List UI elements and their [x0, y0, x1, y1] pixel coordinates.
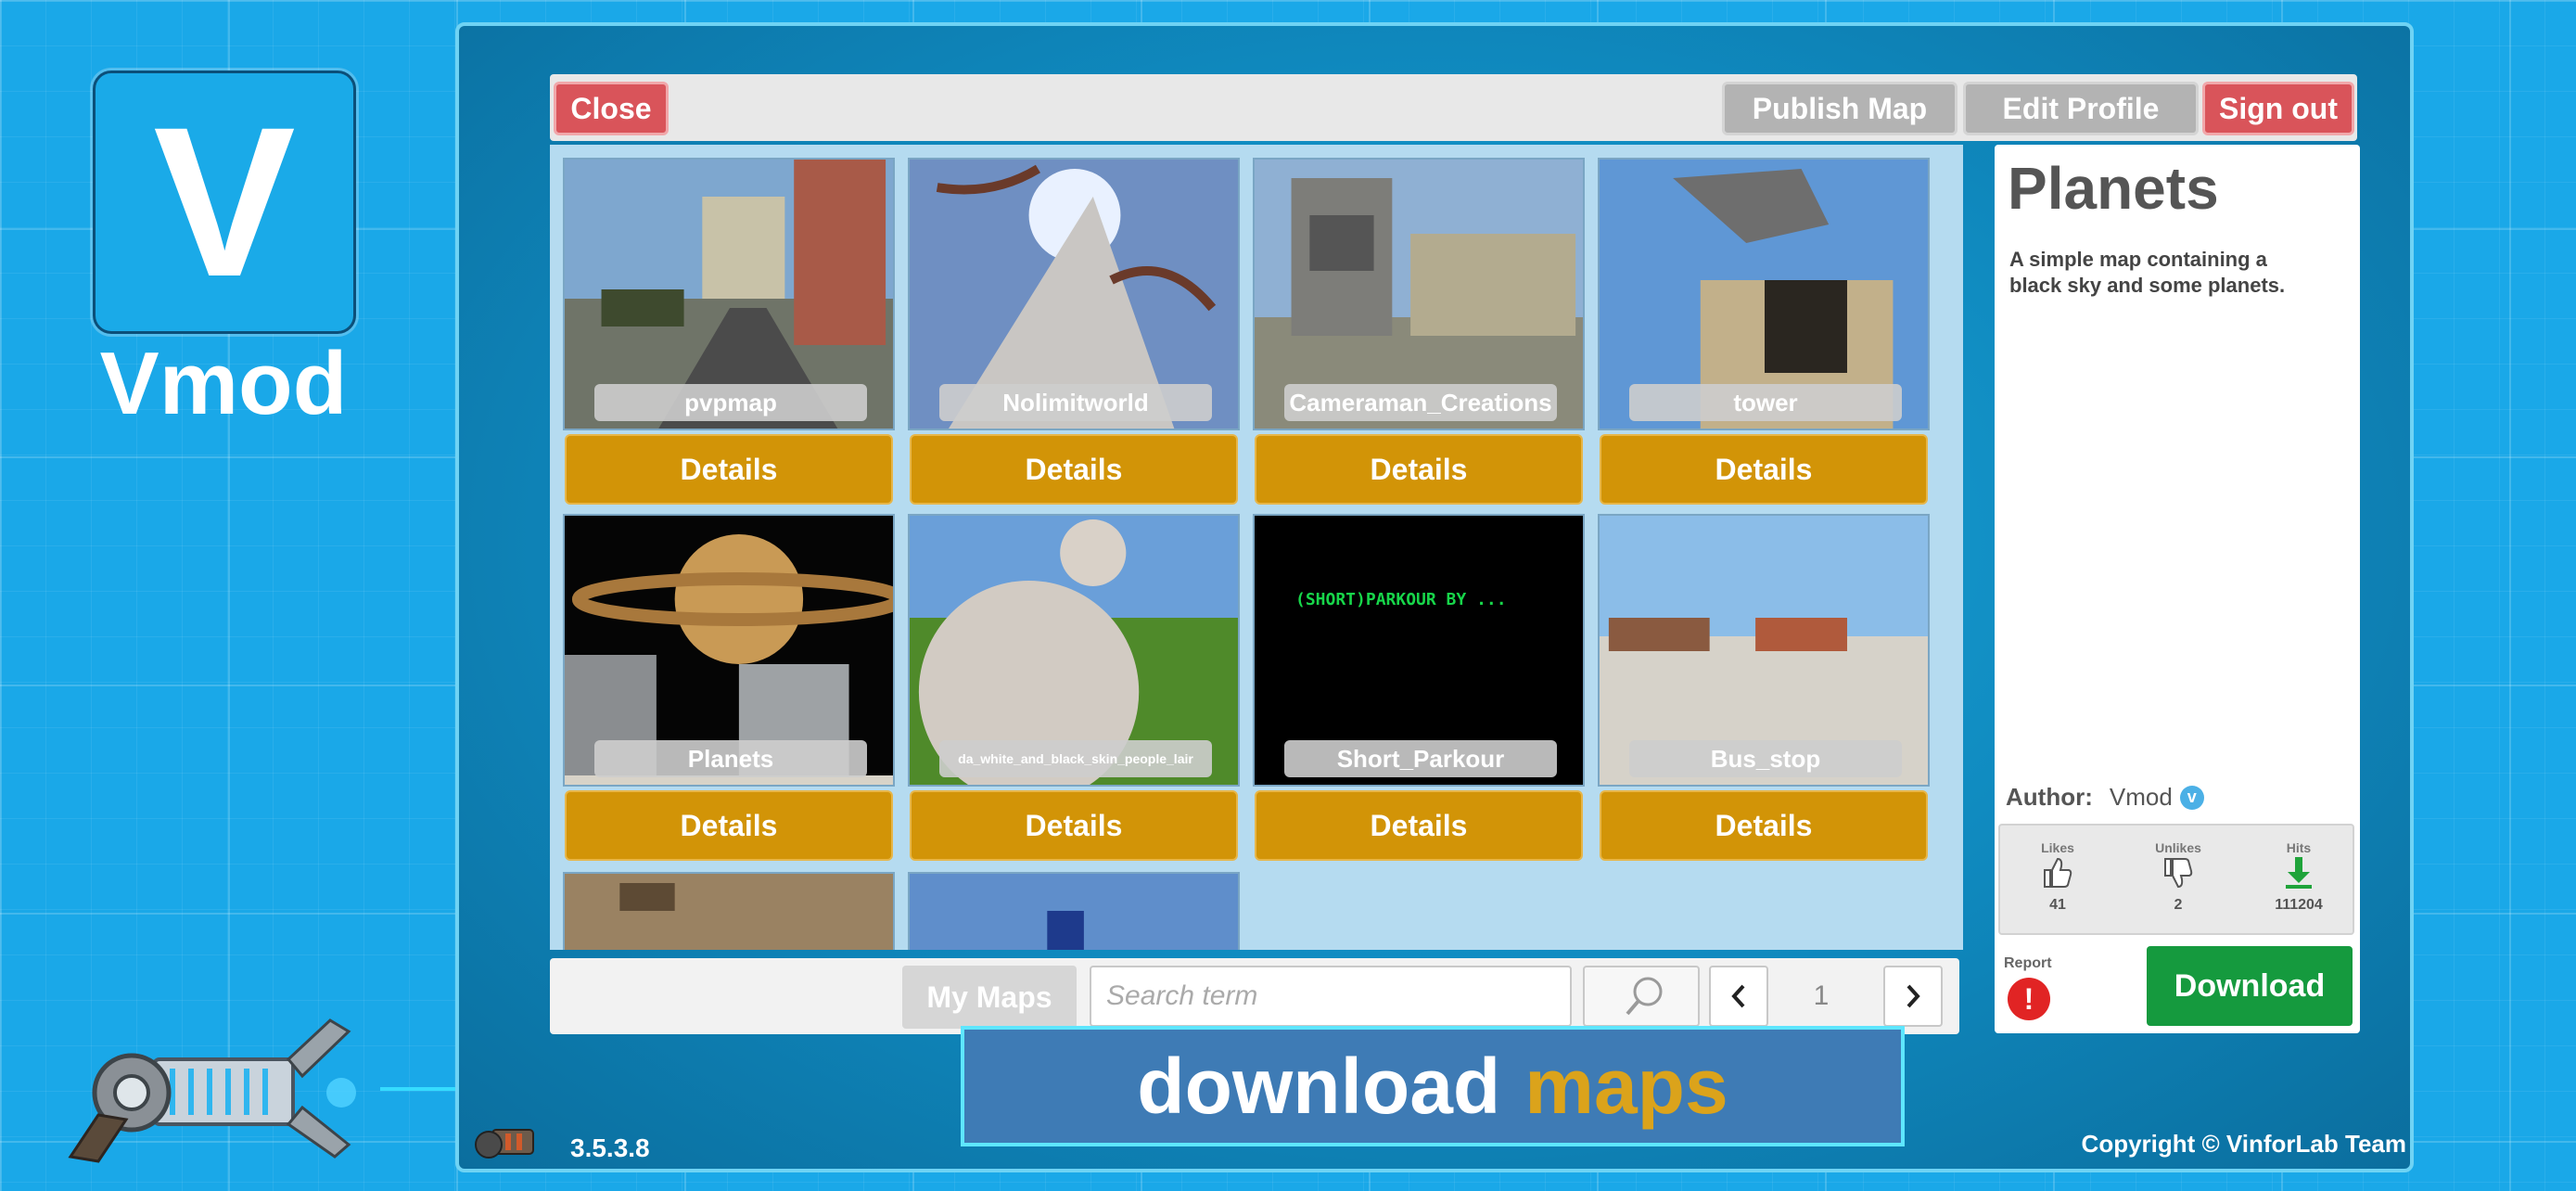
gravity-gun-icon: [68, 1018, 356, 1163]
map-tile[interactable]: tower: [1598, 158, 1930, 430]
sign-out-button[interactable]: Sign out: [2202, 82, 2354, 135]
map-grid: pvpmap Nolimitworld Cameraman_Creations: [550, 145, 1963, 950]
unlikes-value: 2: [2174, 897, 2183, 913]
thumbs-up-icon: [2044, 857, 2072, 888]
map-tile[interactable]: [563, 872, 895, 950]
map-tile[interactable]: Nolimitworld: [908, 158, 1240, 430]
stats-box: Likes 41 Unlikes 2 Hits 111204: [1998, 824, 2354, 935]
details-button[interactable]: Details: [1255, 434, 1583, 505]
map-thumbnail: [910, 874, 1238, 950]
download-button[interactable]: Download: [2147, 946, 2353, 1026]
details-button[interactable]: Details: [910, 790, 1238, 861]
promo-banner: download maps: [961, 1026, 1905, 1146]
map-name: Cameraman_Creations: [1284, 384, 1557, 421]
map-tile[interactable]: Planets: [563, 514, 895, 787]
author-row: Author: Vmod v: [2006, 783, 2204, 812]
prev-page-button[interactable]: [1709, 966, 1768, 1027]
map-tile[interactable]: [908, 872, 1240, 950]
map-tile[interactable]: pvpmap: [563, 158, 895, 430]
map-name: da_white_and_black_skin_people_lair: [939, 740, 1212, 777]
map-detail-panel: Planets A simple map containing a black …: [1995, 145, 2360, 1033]
search-bar: My Maps 1: [550, 958, 1959, 1034]
hits-value: 111204: [2275, 897, 2323, 913]
top-toolbar: Close Publish Map Edit Profile Sign out: [550, 74, 2357, 141]
search-button[interactable]: [1583, 966, 1700, 1027]
author-label: Author:: [2006, 783, 2093, 811]
author-name[interactable]: Vmod: [2110, 783, 2173, 812]
app-version: 3.5.3.8: [570, 1133, 650, 1162]
search-input[interactable]: [1090, 966, 1572, 1027]
map-name: Short_Parkour: [1284, 740, 1557, 777]
map-tile[interactable]: (SHORT)PARKOUR BY ... Short_Parkour: [1253, 514, 1585, 787]
map-tile[interactable]: Cameraman_Creations: [1253, 158, 1585, 430]
map-tile[interactable]: da_white_and_black_skin_people_lair: [908, 514, 1240, 787]
details-button[interactable]: Details: [1600, 434, 1928, 505]
unlikes-label: Unlikes: [2155, 840, 2201, 855]
copyright-text: Copyright © VinforLab Team: [2081, 1130, 2406, 1158]
details-button[interactable]: Details: [565, 434, 893, 505]
map-name: Planets: [594, 740, 867, 777]
thumbs-down-icon: [2164, 858, 2193, 889]
report-alert-icon[interactable]: !: [2008, 978, 2050, 1020]
hits-label: Hits: [2286, 840, 2312, 855]
likes-stat[interactable]: Likes 41: [2011, 840, 2104, 914]
gravity-gun-small-icon: [475, 1129, 534, 1159]
banner-text-highlight: maps: [1524, 1042, 1728, 1130]
details-button[interactable]: Details: [910, 434, 1238, 505]
page-number: 1: [1813, 980, 1830, 1011]
map-name: Bus_stop: [1629, 740, 1902, 777]
map-name: tower: [1629, 384, 1902, 421]
chevron-left-icon: [1731, 984, 1745, 1008]
brand-name: Vmod: [99, 334, 348, 433]
details-button[interactable]: Details: [1600, 790, 1928, 861]
likes-value: 41: [2049, 897, 2066, 913]
close-button[interactable]: Close: [554, 82, 669, 135]
map-name: Nolimitworld: [939, 384, 1212, 421]
edit-profile-button[interactable]: Edit Profile: [1963, 82, 2199, 135]
banner-text-main: download: [1137, 1042, 1501, 1130]
download-arrow-icon: [2286, 857, 2312, 889]
likes-label: Likes: [2041, 840, 2074, 855]
details-button[interactable]: Details: [565, 790, 893, 861]
magnifier-icon: [1626, 977, 1663, 1016]
verified-badge-icon: v: [2179, 785, 2204, 810]
my-maps-button[interactable]: My Maps: [902, 966, 1077, 1029]
chevron-right-icon: [1906, 984, 1920, 1008]
hits-stat: Hits 111204: [2252, 840, 2345, 914]
publish-map-button[interactable]: Publish Map: [1722, 82, 1958, 135]
map-name: pvpmap: [594, 384, 867, 421]
details-button[interactable]: Details: [1255, 790, 1583, 861]
report-label: Report: [2004, 955, 2052, 971]
next-page-button[interactable]: [1883, 966, 1943, 1027]
detail-description: A simple map containing a black sky and …: [2009, 248, 2286, 297]
map-thumbnail: [565, 874, 893, 950]
vmod-logo: V: [93, 70, 356, 334]
unlikes-stat[interactable]: Unlikes 2: [2132, 840, 2225, 914]
map-preview-text: (SHORT)PARKOUR BY ...: [1295, 590, 1507, 609]
detail-title: Planets: [2008, 155, 2219, 222]
map-tile[interactable]: Bus_stop: [1598, 514, 1930, 787]
map-browser-window: Close Publish Map Edit Profile Sign out …: [455, 22, 2414, 1172]
